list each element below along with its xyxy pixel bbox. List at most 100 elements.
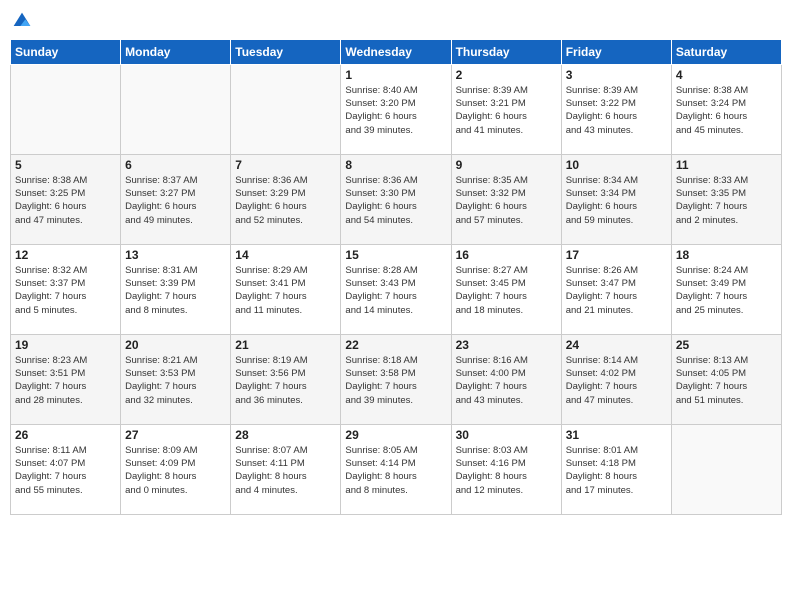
calendar-cell: 22 Sunrise: 8:18 AM Sunset: 3:58 PM Dayli… (341, 334, 451, 424)
day-number: 16 (456, 248, 557, 262)
calendar-cell: 11Sunrise: 8:33 AM Sunset: 3:35 PM Dayli… (671, 154, 781, 244)
day-number: 12 (15, 248, 116, 262)
calendar-table: SundayMondayTuesdayWednesdayThursdayFrid… (10, 39, 782, 515)
day-number: 25 (676, 338, 777, 352)
calendar-cell: 4Sunrise: 8:38 AM Sunset: 3:24 PM Daylig… (671, 64, 781, 154)
calendar-week-row: 19Sunrise: 8:23 AM Sunset: 3:51 PM Dayli… (11, 334, 782, 424)
calendar-cell: 20Sunrise: 8:21 AM Sunset: 3:53 PM Dayli… (121, 334, 231, 424)
weekday-header: Friday (561, 39, 671, 64)
calendar-week-row: 12 Sunrise: 8:32 AM Sunset: 3:37 PM Dayli… (11, 244, 782, 334)
calendar-cell: 23 Sunrise: 8:16 AM Sunset: 4:00 PM Dayli… (451, 334, 561, 424)
weekday-header: Wednesday (341, 39, 451, 64)
day-number: 7 (235, 158, 336, 172)
day-info: Sunrise: 8:38 AM Sunset: 3:25 PM Dayligh… (15, 174, 116, 227)
calendar-cell: 14 Sunrise: 8:29 AM Sunset: 3:41 PM Dayli… (231, 244, 341, 334)
weekday-header: Sunday (11, 39, 121, 64)
day-info: Sunrise: 8:16 AM Sunset: 4:00 PM Dayligh… (456, 354, 557, 407)
day-info: Sunrise: 8:11 AM Sunset: 4:07 PM Dayligh… (15, 444, 116, 497)
calendar-cell: 6 Sunrise: 8:37 AM Sunset: 3:27 PM Daylig… (121, 154, 231, 244)
day-info: Sunrise: 8:19 AM Sunset: 3:56 PM Dayligh… (235, 354, 336, 407)
day-info: Sunrise: 8:32 AM Sunset: 3:37 PM Dayligh… (15, 264, 116, 317)
header (10, 10, 782, 31)
day-info: Sunrise: 8:23 AM Sunset: 3:51 PM Dayligh… (15, 354, 116, 407)
day-number: 24 (566, 338, 667, 352)
day-info: Sunrise: 8:13 AM Sunset: 4:05 PM Dayligh… (676, 354, 777, 407)
weekday-header: Thursday (451, 39, 561, 64)
day-number: 26 (15, 428, 116, 442)
calendar-cell: 12 Sunrise: 8:32 AM Sunset: 3:37 PM Dayli… (11, 244, 121, 334)
calendar-cell: 31 Sunrise: 8:01 AM Sunset: 4:18 PM Dayli… (561, 424, 671, 514)
day-info: Sunrise: 8:03 AM Sunset: 4:16 PM Dayligh… (456, 444, 557, 497)
calendar-cell: 1 Sunrise: 8:40 AM Sunset: 3:20 PM Daylig… (341, 64, 451, 154)
calendar-cell: 25 Sunrise: 8:13 AM Sunset: 4:05 PM Dayli… (671, 334, 781, 424)
day-number: 4 (676, 68, 777, 82)
day-number: 8 (345, 158, 446, 172)
calendar-cell: 28 Sunrise: 8:07 AM Sunset: 4:11 PM Dayli… (231, 424, 341, 514)
day-number: 9 (456, 158, 557, 172)
day-number: 23 (456, 338, 557, 352)
day-number: 18 (676, 248, 777, 262)
weekday-header: Monday (121, 39, 231, 64)
calendar-cell: 10Sunrise: 8:34 AM Sunset: 3:34 PM Dayli… (561, 154, 671, 244)
day-number: 31 (566, 428, 667, 442)
day-number: 11 (676, 158, 777, 172)
calendar-cell (231, 64, 341, 154)
day-info: Sunrise: 8:07 AM Sunset: 4:11 PM Dayligh… (235, 444, 336, 497)
calendar-cell: 21 Sunrise: 8:19 AM Sunset: 3:56 PM Dayli… (231, 334, 341, 424)
weekday-header-row: SundayMondayTuesdayWednesdayThursdayFrid… (11, 39, 782, 64)
day-number: 1 (345, 68, 446, 82)
day-number: 14 (235, 248, 336, 262)
logo-icon (12, 11, 32, 31)
day-number: 21 (235, 338, 336, 352)
calendar-cell: 3Sunrise: 8:39 AM Sunset: 3:22 PM Daylig… (561, 64, 671, 154)
day-info: Sunrise: 8:05 AM Sunset: 4:14 PM Dayligh… (345, 444, 446, 497)
day-number: 29 (345, 428, 446, 442)
day-number: 2 (456, 68, 557, 82)
day-number: 13 (125, 248, 226, 262)
day-info: Sunrise: 8:27 AM Sunset: 3:45 PM Dayligh… (456, 264, 557, 317)
day-info: Sunrise: 8:09 AM Sunset: 4:09 PM Dayligh… (125, 444, 226, 497)
day-info: Sunrise: 8:37 AM Sunset: 3:27 PM Dayligh… (125, 174, 226, 227)
day-info: Sunrise: 8:29 AM Sunset: 3:41 PM Dayligh… (235, 264, 336, 317)
calendar-cell: 27Sunrise: 8:09 AM Sunset: 4:09 PM Dayli… (121, 424, 231, 514)
calendar-cell (121, 64, 231, 154)
day-number: 10 (566, 158, 667, 172)
calendar-cell (11, 64, 121, 154)
calendar-cell: 2 Sunrise: 8:39 AM Sunset: 3:21 PM Daylig… (451, 64, 561, 154)
day-info: Sunrise: 8:21 AM Sunset: 3:53 PM Dayligh… (125, 354, 226, 407)
day-number: 30 (456, 428, 557, 442)
weekday-header: Tuesday (231, 39, 341, 64)
day-info: Sunrise: 8:18 AM Sunset: 3:58 PM Dayligh… (345, 354, 446, 407)
day-info: Sunrise: 8:39 AM Sunset: 3:21 PM Dayligh… (456, 84, 557, 137)
day-number: 15 (345, 248, 446, 262)
day-info: Sunrise: 8:14 AM Sunset: 4:02 PM Dayligh… (566, 354, 667, 407)
calendar-cell: 15 Sunrise: 8:28 AM Sunset: 3:43 PM Dayli… (341, 244, 451, 334)
logo (10, 10, 35, 31)
calendar-cell: 17Sunrise: 8:26 AM Sunset: 3:47 PM Dayli… (561, 244, 671, 334)
calendar-cell: 5Sunrise: 8:38 AM Sunset: 3:25 PM Daylig… (11, 154, 121, 244)
weekday-header: Saturday (671, 39, 781, 64)
day-info: Sunrise: 8:31 AM Sunset: 3:39 PM Dayligh… (125, 264, 226, 317)
calendar-cell: 7 Sunrise: 8:36 AM Sunset: 3:29 PM Daylig… (231, 154, 341, 244)
calendar-cell: 18 Sunrise: 8:24 AM Sunset: 3:49 PM Dayli… (671, 244, 781, 334)
day-info: Sunrise: 8:36 AM Sunset: 3:30 PM Dayligh… (345, 174, 446, 227)
day-info: Sunrise: 8:24 AM Sunset: 3:49 PM Dayligh… (676, 264, 777, 317)
calendar-cell: 24 Sunrise: 8:14 AM Sunset: 4:02 PM Dayli… (561, 334, 671, 424)
calendar-cell: 19Sunrise: 8:23 AM Sunset: 3:51 PM Dayli… (11, 334, 121, 424)
calendar-cell: 9 Sunrise: 8:35 AM Sunset: 3:32 PM Daylig… (451, 154, 561, 244)
day-number: 22 (345, 338, 446, 352)
calendar-week-row: 26 Sunrise: 8:11 AM Sunset: 4:07 PM Dayli… (11, 424, 782, 514)
calendar-cell: 30 Sunrise: 8:03 AM Sunset: 4:16 PM Dayli… (451, 424, 561, 514)
day-number: 6 (125, 158, 226, 172)
day-info: Sunrise: 8:39 AM Sunset: 3:22 PM Dayligh… (566, 84, 667, 137)
calendar-cell: 26 Sunrise: 8:11 AM Sunset: 4:07 PM Dayli… (11, 424, 121, 514)
day-info: Sunrise: 8:40 AM Sunset: 3:20 PM Dayligh… (345, 84, 446, 137)
day-number: 28 (235, 428, 336, 442)
calendar-cell: 13 Sunrise: 8:31 AM Sunset: 3:39 PM Dayli… (121, 244, 231, 334)
day-number: 17 (566, 248, 667, 262)
day-info: Sunrise: 8:28 AM Sunset: 3:43 PM Dayligh… (345, 264, 446, 317)
day-info: Sunrise: 8:36 AM Sunset: 3:29 PM Dayligh… (235, 174, 336, 227)
calendar-week-row: 5Sunrise: 8:38 AM Sunset: 3:25 PM Daylig… (11, 154, 782, 244)
day-info: Sunrise: 8:01 AM Sunset: 4:18 PM Dayligh… (566, 444, 667, 497)
day-info: Sunrise: 8:35 AM Sunset: 3:32 PM Dayligh… (456, 174, 557, 227)
